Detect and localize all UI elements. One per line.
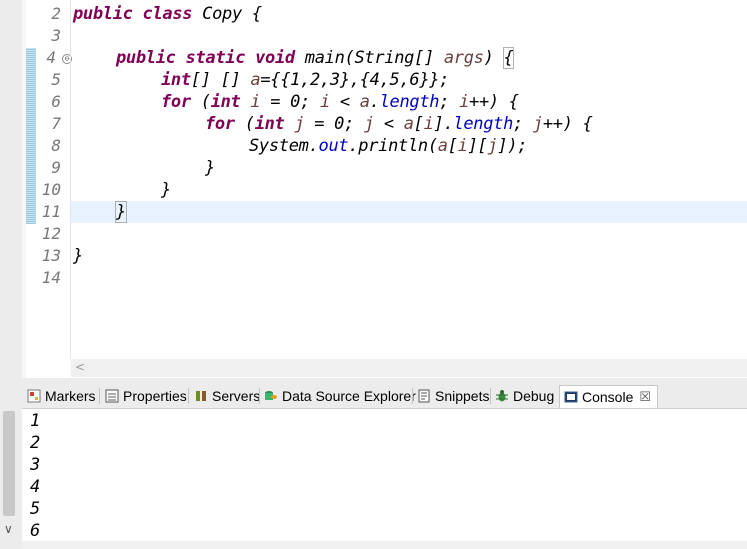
scroll-left-arrow-icon[interactable]: <: [75, 360, 85, 374]
scroll-down-arrow-icon[interactable]: ∨: [4, 522, 13, 536]
properties-icon: [105, 389, 119, 403]
tab-divider: [259, 388, 260, 404]
line-number: 5: [51, 70, 61, 89]
console-line: 5: [30, 499, 41, 519]
console-icon: [564, 390, 578, 404]
tab-markers[interactable]: Markers: [27, 385, 96, 407]
console-vertical-scrollbar[interactable]: ∨: [0, 409, 18, 549]
code-line-2: public class Copy {: [73, 4, 262, 24]
line-number: 7: [51, 114, 61, 133]
tab-servers[interactable]: Servers: [194, 385, 260, 407]
tab-divider: [412, 388, 413, 404]
tab-snippets[interactable]: Snippets: [417, 385, 489, 407]
tab-divider: [188, 388, 189, 404]
code-editor[interactable]: 2 3 4 5 6 7 8 9 10 11 12 13 14 ⊖ public …: [0, 0, 747, 378]
snippets-icon: [417, 389, 431, 403]
line-number: 8: [51, 136, 61, 155]
tab-debug[interactable]: Debug: [495, 385, 554, 407]
console-line: 3: [30, 455, 41, 475]
tab-divider: [99, 388, 100, 404]
tab-divider: [490, 388, 491, 404]
debug-icon: [495, 389, 509, 403]
code-line-4: public static void main(String[] args) {: [116, 47, 515, 69]
console-horizontal-scrollbar[interactable]: [22, 541, 747, 549]
line-number: 6: [51, 92, 61, 111]
tab-label: Debug: [513, 388, 555, 404]
code-line-11: }: [115, 201, 127, 223]
bottom-view-tabbar: Markers Properties Servers Data Source E…: [22, 384, 747, 409]
line-number: 14: [41, 268, 61, 287]
code-line-9: }: [205, 158, 215, 178]
text-caret: [125, 202, 127, 220]
close-icon[interactable]: ☒: [639, 389, 651, 405]
console-output[interactable]: 1 2 3 4 5 6: [22, 409, 747, 549]
console-line: 4: [30, 477, 41, 497]
line-number: 3: [51, 26, 61, 45]
markers-icon: [27, 389, 41, 403]
line-number: 10: [41, 180, 61, 199]
editor-horizontal-scrollbar[interactable]: <: [71, 359, 747, 377]
line-number: 13: [41, 246, 61, 265]
tab-label: Console: [582, 389, 634, 405]
tab-properties[interactable]: Properties: [105, 385, 187, 407]
tab-console[interactable]: Console ☒: [559, 385, 659, 408]
code-line-7: for (int j = 0; j < a[i].length; j++) {: [205, 114, 593, 134]
line-number: 9: [51, 158, 61, 177]
tab-label: Snippets: [435, 388, 490, 404]
line-number: 4: [46, 48, 56, 67]
console-line: 1: [30, 411, 41, 431]
current-line-highlight: [71, 201, 747, 223]
line-number: 11: [41, 202, 61, 221]
tab-data-source-explorer[interactable]: Data Source Explorer: [264, 385, 416, 407]
console-line: 6: [30, 521, 41, 541]
tab-label: Data Source Explorer: [282, 388, 416, 404]
line-number: 12: [41, 224, 61, 243]
servers-icon: [194, 389, 208, 403]
scroll-thumb[interactable]: [3, 411, 15, 516]
tab-label: Properties: [123, 388, 187, 404]
console-line: 2: [30, 433, 41, 453]
tab-label: Servers: [212, 388, 261, 404]
code-line-10: }: [161, 180, 171, 200]
data-source-explorer-icon: [264, 389, 278, 403]
code-line-6: for (int i = 0; i < a.length; i++) {: [161, 92, 519, 112]
gutter-divider: [70, 0, 71, 359]
code-line-8: System.out.println(a[i][j]);: [249, 136, 528, 156]
code-line-13: }: [73, 246, 83, 266]
line-number: 2: [51, 4, 61, 23]
code-line-5: int[] [] a={{1,2,3},{4,5,6}};: [161, 70, 450, 90]
tab-label: Markers: [45, 388, 96, 404]
